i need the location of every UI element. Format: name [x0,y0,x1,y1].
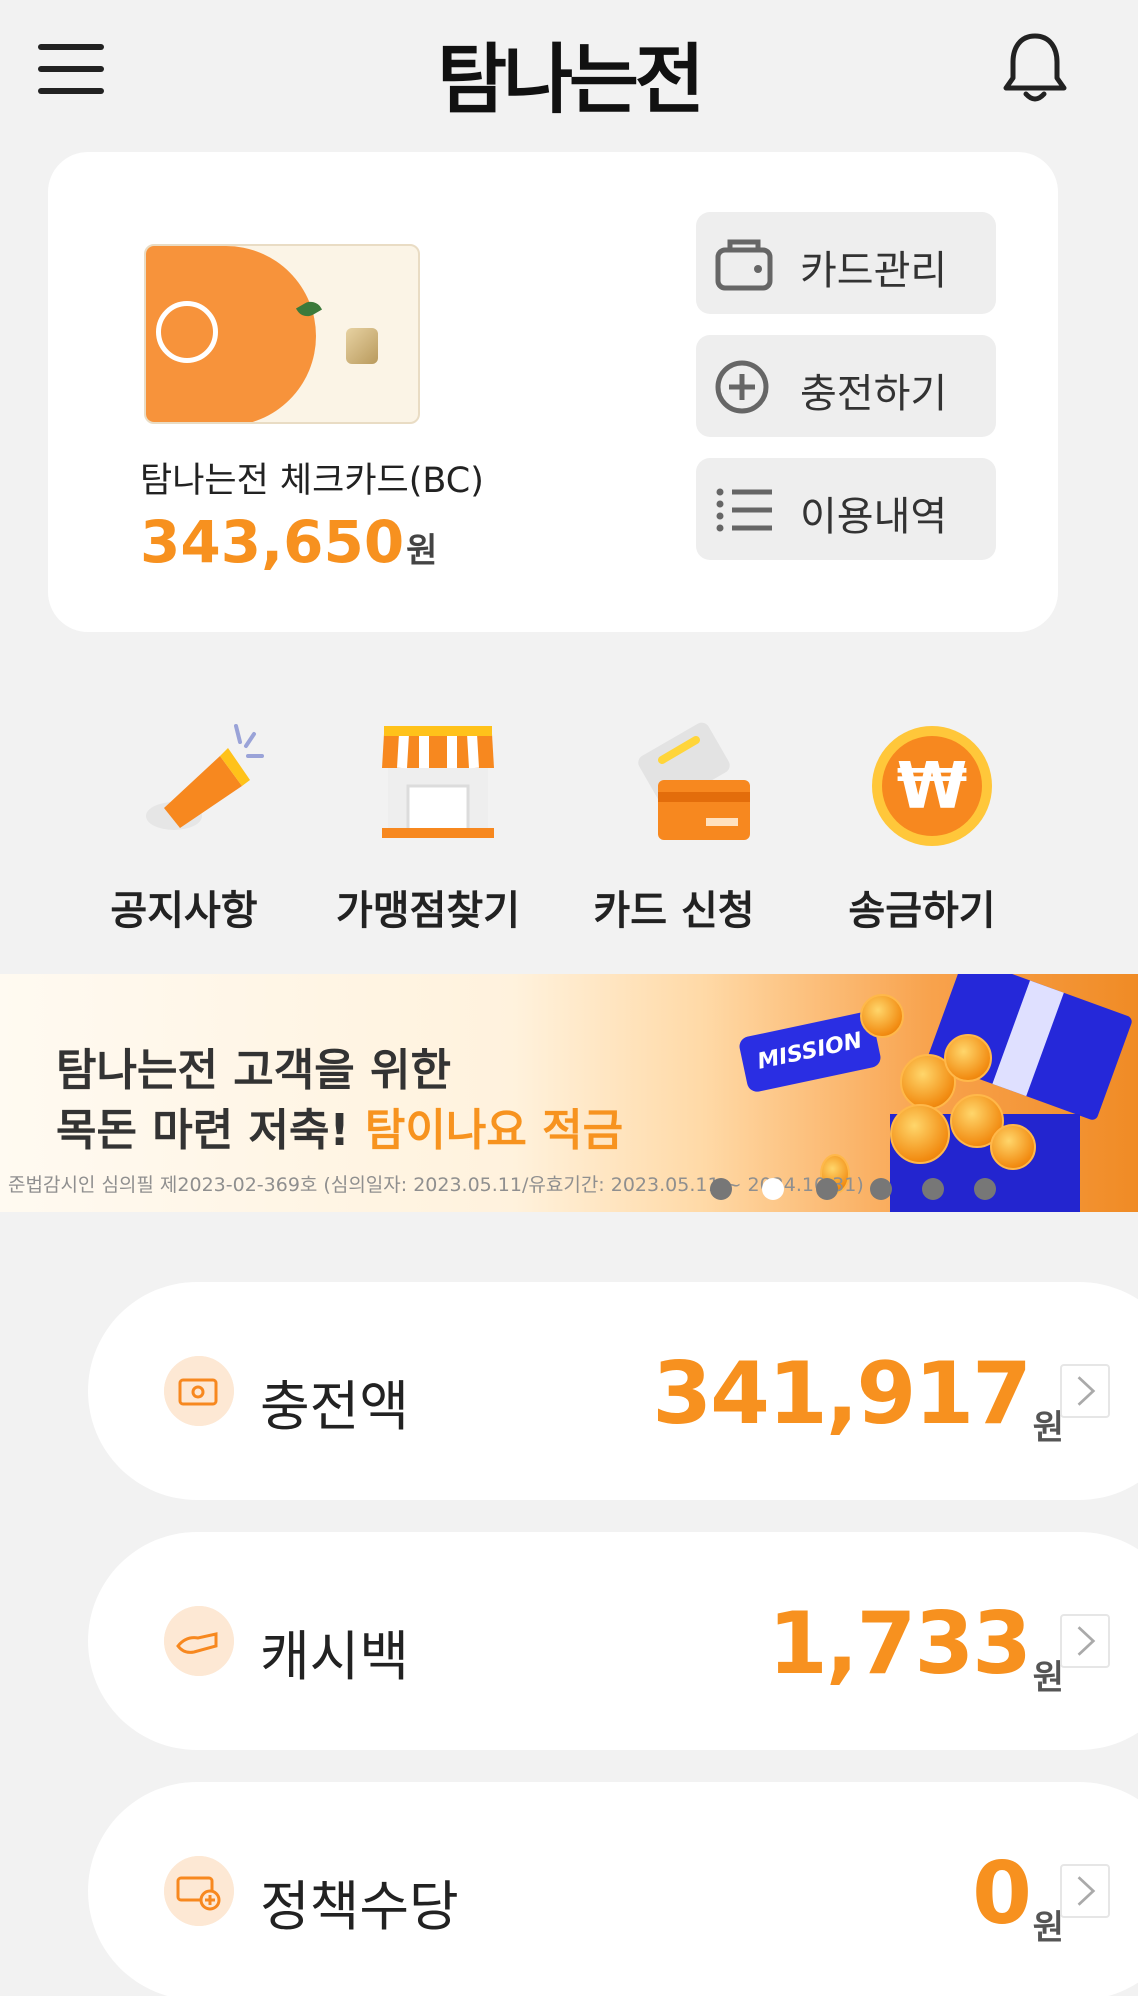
coin-image [944,1034,992,1082]
won-coin-icon: ₩ [872,726,992,846]
menu-notice[interactable]: 공지사항 [74,716,294,936]
charge-label: 충전하기 [800,371,948,417]
card-balance: 343,650원 [140,508,437,576]
history-button[interactable]: 이용내역 [696,458,996,560]
menu-notice-label: 공지사항 [110,888,258,934]
menu-card-apply[interactable]: 카드 신청 [564,716,784,936]
cashback-row[interactable]: 캐시백 1,733 원 [88,1532,1138,1750]
banner-dot[interactable] [816,1178,838,1200]
menu-transfer[interactable]: ₩ 송금하기 [812,716,1032,936]
bell-icon[interactable] [1000,30,1070,106]
svg-text:₩: ₩ [897,750,968,824]
card-manage-button[interactable]: 카드관리 [696,212,996,314]
cashback-value: 1,733 [767,1594,1032,1694]
card-apply-icon [638,722,750,840]
menu-card-apply-label: 카드 신청 [593,888,755,934]
policy-allowance-value: 0 [972,1844,1032,1944]
menu-store-finder-label: 가맹점찾기 [336,888,520,934]
money-plus-icon [164,1856,234,1926]
banner-dot[interactable] [922,1178,944,1200]
card-manage-label: 카드관리 [800,248,948,294]
banner-line1: 탐나는전 고객을 위한 [56,1045,451,1096]
plus-circle-icon [715,360,769,414]
wallet-icon [715,239,773,291]
banner-dot[interactable] [870,1178,892,1200]
banner-line2-prefix: 목돈 마련 저축! [56,1105,365,1156]
cashback-label: 캐시백 [260,1625,410,1688]
coin-image [890,1104,950,1164]
card-balance-unit: 원 [406,531,438,571]
history-label: 이용내역 [800,494,948,540]
menu-transfer-label: 송금하기 [848,888,996,934]
coin-image [990,1124,1036,1170]
hand-money-icon [164,1606,234,1676]
banner-dot[interactable] [974,1178,996,1200]
app-title: 탐나는전 [437,35,705,124]
banner-highlight: 탐이나요 적금 [364,1105,624,1156]
banner-disclaimer: 준법감시인 심의필 제2023-02-369호 (심의일자: 2023.05.1… [8,1174,864,1196]
card-name: 탐나는전 체크카드(BC) [140,461,484,501]
card-panel: 탐나는전 체크카드(BC) 343,650원 카드관리 충전하기 이용내역 [48,152,1058,632]
app-header: 탐나는전 [0,0,1138,140]
chevron-right-icon [1060,1864,1110,1918]
charge-button[interactable]: 충전하기 [696,335,996,437]
charge-amount-label: 충전액 [260,1375,410,1438]
check-card-image[interactable] [144,244,420,424]
card-balance-value: 343,650 [140,508,405,576]
charge-amount-value: 341,917 [652,1344,1032,1444]
banner-line2: 목돈 마련 저축! 탐이나요 적금 [56,1094,623,1158]
policy-allowance-label: 정책수당 [260,1875,459,1938]
policy-allowance-row[interactable]: 정책수당 0 원 [88,1782,1138,1996]
charge-amount-row[interactable]: 충전액 341,917 원 [88,1282,1138,1500]
banner-dot-active[interactable] [762,1178,784,1200]
banner-dot[interactable] [710,1178,732,1200]
savings-banner[interactable]: 탐나는전 고객을 위한 목돈 마련 저축! 탐이나요 적금 MISSION 준법… [0,974,1138,1212]
list-icon [716,488,772,532]
store-icon [382,726,494,838]
coin-image [860,994,904,1038]
chevron-right-icon [1060,1364,1110,1418]
money-icon [164,1356,234,1426]
menu-store-finder[interactable]: 가맹점찾기 [318,716,538,936]
megaphone-icon [146,724,264,830]
chevron-right-icon [1060,1614,1110,1668]
